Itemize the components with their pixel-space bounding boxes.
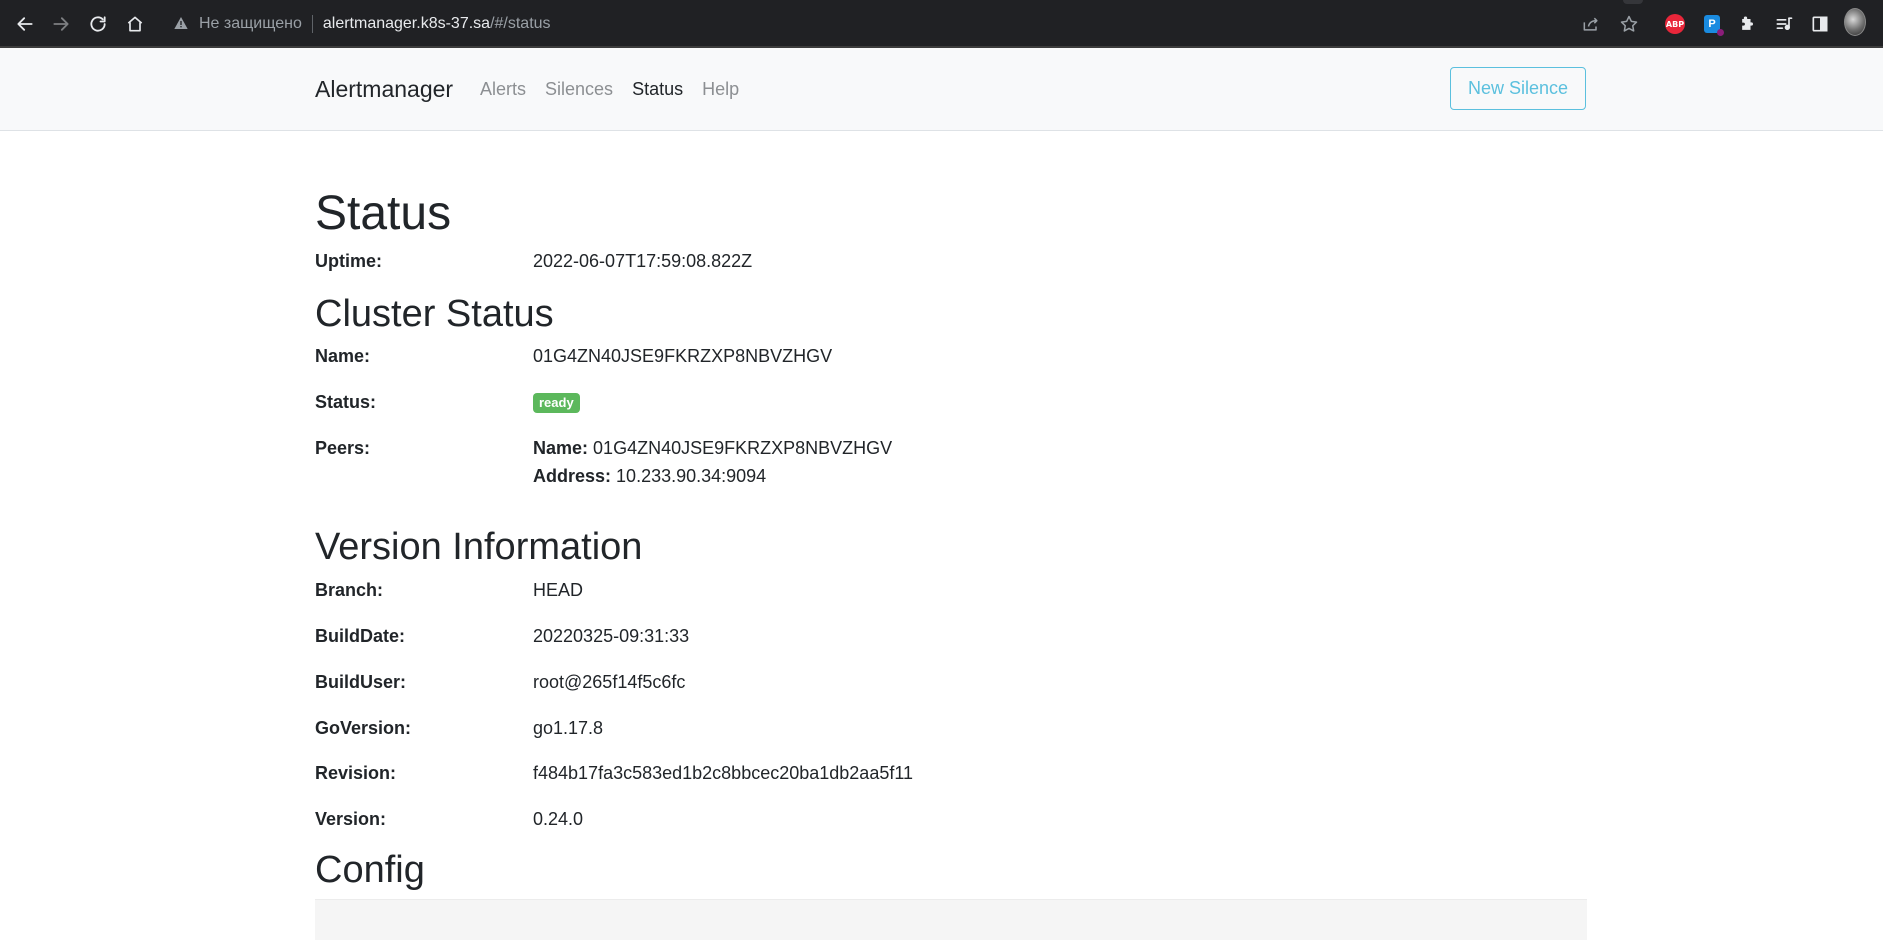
insecure-label[interactable]: Не защищено — [199, 15, 302, 33]
status-badge: ready — [533, 393, 580, 413]
build-user-value: root@265f14f5c6fc — [533, 672, 686, 692]
revision-value: f484b17fa3c583ed1b2c8bbcec20ba1db2aa5f11 — [533, 763, 914, 783]
branch-value: HEAD — [533, 580, 584, 600]
extension-p-label: P — [1708, 18, 1716, 30]
cluster-name-label: Name: — [315, 346, 371, 366]
go-version-label: GoVersion: — [315, 718, 412, 738]
tab-strip-edge — [1623, 0, 1643, 4]
nav-link-silences[interactable]: Silences — [545, 79, 613, 100]
build-date-value: 20220325-09:31:33 — [533, 626, 690, 646]
extension-dot — [1717, 29, 1724, 36]
url-host[interactable]: alertmanager.k8s-37.sa — [323, 15, 490, 33]
abp-badge: ABP — [1665, 14, 1685, 34]
extensions-puzzle-icon[interactable] — [1737, 13, 1759, 35]
config-heading: Config — [315, 849, 425, 891]
build-user-label: BuildUser: — [315, 672, 407, 692]
go-version-value: go1.17.8 — [533, 718, 604, 738]
extension-p-icon[interactable]: P — [1701, 13, 1724, 36]
app-navbar: Alertmanager Alerts Silences Status Help… — [0, 48, 1883, 131]
page-title: Status — [315, 187, 452, 240]
side-panel-icon[interactable] — [1809, 13, 1831, 35]
peer-address-value: 10.233.90.34:9094 — [616, 466, 767, 486]
new-silence-button[interactable]: New Silence — [1450, 67, 1586, 110]
profile-avatar[interactable] — [1844, 8, 1866, 36]
back-icon[interactable] — [12, 11, 38, 37]
warning-icon[interactable] — [173, 15, 191, 33]
forward-icon[interactable] — [48, 11, 74, 37]
cluster-status-heading: Cluster Status — [315, 293, 554, 335]
branch-label: Branch: — [315, 580, 384, 600]
peer-name-value: 01G4ZN40JSE9FKRZXP8NBVZHGV — [593, 438, 893, 458]
browser-toolbar: Не защищено alertmanager.k8s-37.sa/#/sta… — [0, 0, 1883, 48]
peer-name-row: Name: 01G4ZN40JSE9FKRZXP8NBVZHGV — [533, 438, 892, 459]
share-icon[interactable] — [1580, 13, 1602, 35]
cluster-name-value: 01G4ZN40JSE9FKRZXP8NBVZHGV — [533, 346, 833, 366]
nav-link-status[interactable]: Status — [632, 79, 683, 100]
omnibox-divider — [311, 15, 313, 33]
nav-link-alerts[interactable]: Alerts — [480, 79, 526, 100]
nav-link-help[interactable]: Help — [702, 79, 739, 100]
home-icon[interactable] — [122, 11, 148, 37]
nav-links: Alerts Silences Status Help — [480, 79, 758, 100]
uptime-value: 2022-06-07T17:59:08.822Z — [533, 251, 753, 271]
brand-logo[interactable]: Alertmanager — [315, 76, 453, 103]
cluster-status-label: Status: — [315, 392, 377, 412]
peer-name-label: Name: — [533, 438, 589, 458]
url-path[interactable]: /#/status — [490, 15, 550, 33]
peer-address-row: Address: 10.233.90.34:9094 — [533, 466, 766, 487]
version-information-heading: Version Information — [315, 526, 643, 568]
bookmark-star-icon[interactable] — [1618, 13, 1640, 35]
media-queue-icon[interactable] — [1773, 13, 1795, 35]
reload-icon[interactable] — [85, 11, 111, 37]
address-bar[interactable]: Не защищено alertmanager.k8s-37.sa/#/sta… — [163, 9, 1623, 39]
peer-address-label: Address: — [533, 466, 612, 486]
adblock-plus-icon[interactable]: ABP — [1664, 13, 1686, 35]
revision-label: Revision: — [315, 763, 397, 783]
version-label: Version: — [315, 809, 387, 829]
peers-label: Peers: — [315, 438, 371, 458]
uptime-label: Uptime: — [315, 251, 382, 271]
version-value: 0.24.0 — [533, 809, 584, 829]
build-date-label: BuildDate: — [315, 626, 405, 646]
